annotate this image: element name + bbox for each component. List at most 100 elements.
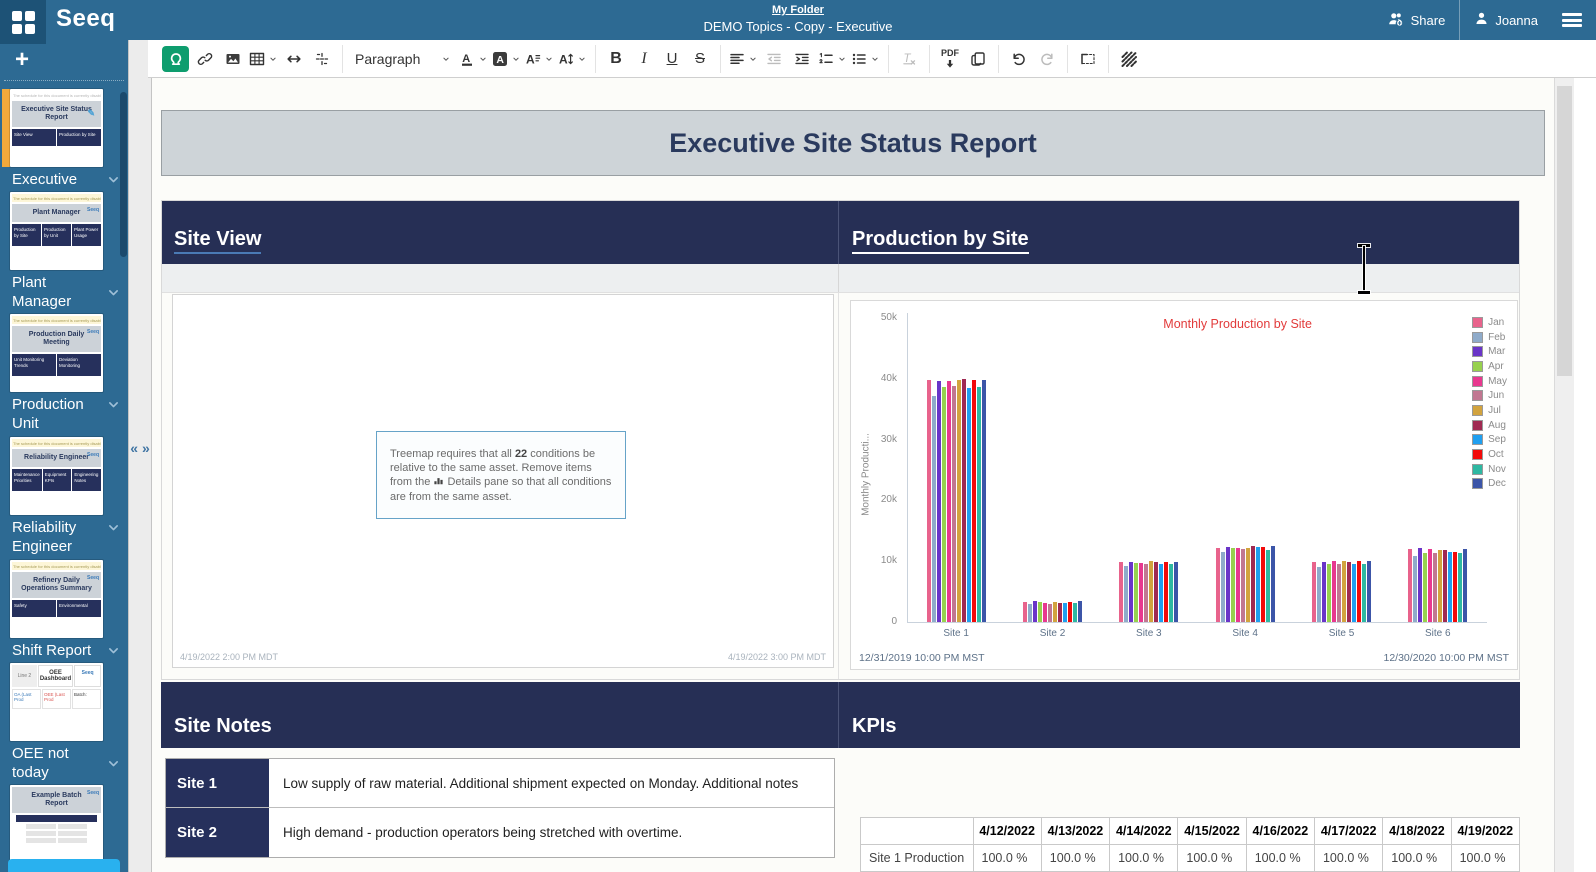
document-thumbnail[interactable]: The schedule for this document is curren… [10, 89, 103, 167]
sidebar-item-label[interactable]: Reliability [0, 515, 124, 538]
background-color-button[interactable]: A [492, 46, 521, 72]
bar-group-site-6 [1408, 548, 1467, 622]
user-menu[interactable]: Joanna [1460, 0, 1552, 40]
bold-button[interactable]: B [604, 46, 628, 72]
redo-button[interactable] [1035, 46, 1059, 72]
chevron-down-icon[interactable] [107, 644, 120, 657]
bar-may-site-6 [1428, 549, 1432, 622]
sidebar-highlight-bar [8, 859, 120, 872]
italic-button[interactable]: I [632, 46, 656, 72]
document-canvas[interactable]: Executive Site Status Report Site View P… [152, 78, 1554, 872]
kpi-header-row: 4/12/20224/13/20224/14/20224/15/20224/16… [861, 818, 1520, 845]
bar-mar-site-5 [1322, 562, 1326, 622]
kpi-column-header: 4/17/2022 [1314, 818, 1382, 845]
table-icon [249, 51, 265, 67]
document-thumbnail[interactable]: Line 2OEE DashboardSeeqOA (Last ProdOEE … [10, 663, 103, 741]
line-height-button[interactable]: A [558, 46, 587, 72]
page-scrollbar-thumb[interactable] [1557, 86, 1572, 376]
chevron-down-icon[interactable] [107, 286, 120, 299]
font-size-button[interactable]: A [525, 46, 554, 72]
y-tick-label: 10k [851, 555, 897, 566]
insert-date-range-button[interactable] [282, 46, 306, 72]
align-button[interactable] [729, 46, 758, 72]
image-icon [225, 51, 241, 67]
document-thumbnail[interactable]: The schedule for this document is curren… [10, 314, 103, 392]
export-pdf-button[interactable]: PDF [938, 46, 962, 72]
thumbnail-cells: Production by SiteProduction by UnitPlan… [12, 224, 101, 246]
production-chart-panel[interactable]: Monthly Production by Site JanFebMarAprM… [850, 300, 1518, 670]
breadcrumb[interactable]: My Folder [772, 4, 824, 16]
kpi-value: 100.0 % [1110, 845, 1178, 872]
insert-table-button[interactable] [249, 46, 278, 72]
toolbar-group: BIUS [596, 45, 721, 73]
expand-right-icon[interactable]: » [142, 440, 150, 456]
chevron-down-icon[interactable] [107, 398, 120, 411]
insert-seeq-content-button[interactable] [162, 46, 189, 72]
sidebar-item-label[interactable]: Shift Report [0, 638, 124, 661]
report-title-block[interactable]: Executive Site Status Report [161, 110, 1545, 176]
align-left-icon [729, 51, 745, 67]
bar-sep-site-1 [967, 388, 971, 622]
thumbnail-cell: Engineering Notes [72, 469, 101, 491]
kpis-header-cell[interactable]: KPIs [838, 682, 1520, 748]
document-thumbnail[interactable]: The schedule for this document is curren… [10, 437, 103, 515]
outdent-button[interactable] [762, 46, 786, 72]
kpi-column-header: 4/16/2022 [1246, 818, 1314, 845]
hamburger-menu-icon[interactable] [1562, 13, 1582, 27]
insert-link-button[interactable] [193, 46, 217, 72]
sidebar-scrollbar[interactable] [120, 92, 127, 257]
site-view-panel[interactable]: Treemap requires that all 22 conditions … [172, 294, 834, 668]
journal-pattern-button[interactable] [1117, 46, 1141, 72]
copy-document-button[interactable] [966, 46, 990, 72]
font-color-button[interactable]: A [459, 46, 488, 72]
thumbnail-cell: Production by Site [57, 129, 101, 146]
insert-image-button[interactable] [221, 46, 245, 72]
collapse-expand-buttons[interactable]: « » [129, 440, 151, 456]
site-note-row: Site 1Low supply of raw material. Additi… [166, 759, 834, 808]
kpi-table-wrap: 4/12/20224/13/20224/14/20224/15/20224/16… [860, 817, 1520, 872]
clear-formatting-button[interactable]: T [897, 46, 921, 72]
selection-spacer [2, 663, 10, 741]
toolbar-group: PDF [930, 45, 999, 73]
chevron-down-icon[interactable] [107, 521, 120, 534]
document-thumbnail[interactable]: Example Batch ReportSeeq [10, 785, 103, 863]
x-tick-label: Site 6 [1425, 628, 1451, 639]
thumbnail-row: The schedule for this document is curren… [0, 192, 128, 270]
bar-jan-site-5 [1312, 562, 1316, 622]
legend-label: Jun [1488, 390, 1504, 401]
indent-button[interactable] [790, 46, 814, 72]
underline-button[interactable]: U [660, 46, 684, 72]
collapse-left-icon[interactable]: « [130, 440, 138, 456]
sidebar-item-label[interactable]: Plant Manager [0, 270, 124, 312]
page-scrollbar[interactable] [1554, 78, 1574, 872]
bar-dec-site-2 [1078, 601, 1082, 622]
chevron-down-icon[interactable] [107, 757, 120, 770]
site-view-heading[interactable]: Site View [174, 228, 261, 254]
sidebar-item-label[interactable]: OEE not today [0, 741, 124, 783]
unordered-list-button[interactable] [851, 46, 880, 72]
paragraph-style-button[interactable]: Paragraph [351, 46, 455, 72]
share-button[interactable]: Share [1373, 0, 1460, 40]
schedule-notice: The schedule for this document is curren… [12, 439, 101, 447]
chevron-down-icon[interactable] [107, 173, 120, 186]
strikethrough-button[interactable]: S [688, 46, 712, 72]
site-notes-table: Site 1Low supply of raw material. Additi… [165, 758, 835, 858]
bar-nov-site-3 [1169, 564, 1173, 622]
undo-button[interactable] [1007, 46, 1031, 72]
production-by-site-header-cell[interactable]: Production by Site [838, 200, 1520, 264]
site-view-header-cell[interactable]: Site View [161, 200, 838, 264]
document-thumbnail[interactable]: The schedule for this document is curren… [10, 192, 103, 270]
fixed-width-button[interactable] [1076, 46, 1100, 72]
condition-count-badge: 22 [515, 448, 527, 460]
site-notes-header-cell[interactable]: Site Notes [161, 682, 838, 748]
document-thumbnail[interactable]: The schedule for this document is curren… [10, 560, 103, 638]
add-document-button[interactable]: + [0, 40, 128, 76]
ordered-list-button[interactable] [818, 46, 847, 72]
home-button[interactable] [0, 0, 46, 44]
sidebar-item-label[interactable]: Executive [0, 167, 124, 190]
bar-apr-site-5 [1327, 564, 1331, 622]
copy-icon [970, 51, 986, 67]
sidebar-item-label[interactable]: Production [0, 392, 124, 415]
production-by-site-heading[interactable]: Production by Site [852, 228, 1029, 254]
insert-page-break-button[interactable] [310, 46, 334, 72]
